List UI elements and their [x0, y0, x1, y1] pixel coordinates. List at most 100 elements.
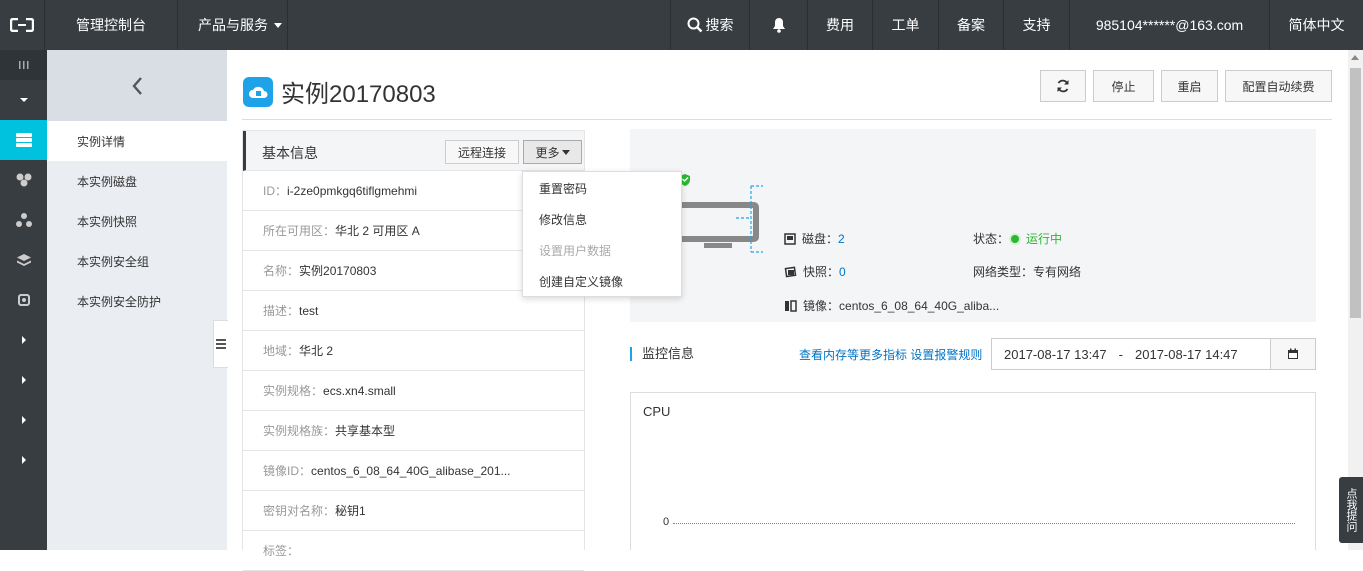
- more-dropdown-menu: 重置密码 修改信息 设置用户数据 创建自定义镜像: [522, 171, 682, 297]
- menu-item-reset-password[interactable]: 重置密码: [523, 173, 681, 204]
- more-metrics-link[interactable]: 查看内存等更多指标: [799, 348, 907, 362]
- search-button[interactable]: 搜索: [671, 0, 750, 50]
- network-icon: [15, 213, 32, 227]
- nav-cloud-services[interactable]: [0, 160, 47, 200]
- info-key: 地域：: [263, 344, 300, 358]
- nav-expand-2[interactable]: [0, 360, 47, 400]
- info-key: 标签：: [263, 544, 300, 558]
- products-menu[interactable]: 产品与服务: [178, 0, 288, 50]
- tickets-link[interactable]: 工单: [873, 0, 939, 50]
- status-label: 状态：: [973, 232, 1010, 246]
- left-icon-nav: [0, 50, 47, 550]
- main-content: 实例20170803 停止 重启 配置自动续费 基本信息 远程连接 更多 ID：…: [227, 50, 1348, 571]
- nav-expand-3[interactable]: [0, 400, 47, 440]
- topbar-spacer: [288, 0, 671, 50]
- info-value: ecs.xn4.small: [323, 383, 396, 398]
- info-key: 密钥对名称：: [263, 504, 336, 518]
- instance-subnav: 实例详情 本实例磁盘 本实例快照 本实例安全组 本实例安全防护: [47, 50, 227, 550]
- info-value: 秘钥1: [335, 504, 366, 518]
- info-row-spec: 实例规格： ecs.xn4.small: [243, 371, 584, 411]
- monitor-title: 监控信息: [630, 347, 694, 361]
- scroll-up-arrow[interactable]: [1351, 55, 1359, 60]
- start-time[interactable]: 2017-08-17 13:47: [992, 347, 1107, 362]
- instance-overview: 磁盘： 2 快照： 0 镜像： centos_6_08_64_40G_aliba…: [630, 129, 1316, 322]
- alarm-rules-link[interactable]: 设置报警规则: [910, 348, 982, 362]
- auto-renew-button[interactable]: 配置自动续费: [1225, 70, 1332, 102]
- subnav-item-security-protection[interactable]: 本实例安全防护: [47, 281, 227, 321]
- subnav-item-snapshots[interactable]: 本实例快照: [47, 201, 227, 241]
- cloud-nodes-icon: [16, 173, 31, 187]
- subnav-item-security-groups[interactable]: 本实例安全组: [47, 241, 227, 281]
- feedback-button[interactable]: 点我提问: [1339, 477, 1363, 543]
- cpu-series-line: [673, 523, 1295, 524]
- info-value: test: [299, 303, 319, 318]
- info-value: 华北 2: [299, 344, 334, 358]
- nav-ecs-instances[interactable]: [0, 120, 47, 160]
- monitor-links: 查看内存等更多指标 设置报警规则: [799, 346, 982, 363]
- info-row-tags: 标签：: [243, 531, 584, 571]
- caret-right-icon: [21, 376, 26, 384]
- range-separator: -: [1118, 346, 1123, 362]
- support-link[interactable]: 支持: [1004, 0, 1070, 50]
- subnav-item-details[interactable]: 实例详情: [47, 121, 227, 161]
- caret-down-icon: [19, 98, 28, 102]
- page-title: 实例20170803: [243, 74, 436, 109]
- back-button[interactable]: [47, 50, 227, 121]
- notification-button[interactable]: [750, 0, 808, 50]
- info-value: 实例20170803: [299, 264, 377, 278]
- date-range-picker[interactable]: 2017-08-17 13:47 - 2017-08-17 14:47: [991, 338, 1316, 370]
- info-value: 共享基本型: [335, 424, 396, 438]
- account-menu[interactable]: 985104******@163.com: [1070, 0, 1270, 50]
- nav-network[interactable]: [0, 200, 47, 240]
- menu-item-modify-info[interactable]: 修改信息: [523, 204, 681, 235]
- nav-expand-1[interactable]: [0, 320, 47, 360]
- disk-stat: 磁盘： 2: [784, 230, 845, 247]
- caret-right-icon: [21, 336, 26, 344]
- nav-settings[interactable]: [0, 280, 47, 320]
- nav-storage[interactable]: [0, 240, 47, 280]
- monitor-stand: [704, 243, 732, 248]
- caret-right-icon: [21, 416, 26, 424]
- menu-item-create-custom-image[interactable]: 创建自定义镜像: [523, 266, 681, 297]
- remote-connect-button[interactable]: 远程连接: [445, 140, 520, 164]
- chevron-down-icon: [274, 22, 282, 28]
- snapshot-stat: 快照： 0: [784, 263, 846, 280]
- products-label: 产品与服务: [198, 17, 268, 33]
- grid-lines-icon: [18, 61, 28, 69]
- more-button[interactable]: 更多: [523, 140, 582, 164]
- page-title-text: 实例20170803: [281, 81, 436, 108]
- info-row-description: 描述： test: [243, 291, 584, 331]
- network-label: 网络类型：: [973, 265, 1034, 279]
- end-time[interactable]: 2017-08-17 14:47: [1135, 347, 1238, 362]
- subnav-item-disks[interactable]: 本实例磁盘: [47, 161, 227, 201]
- list-collapse-icon: [216, 339, 226, 349]
- snapshot-icon: [784, 265, 797, 277]
- stop-button[interactable]: 停止: [1093, 70, 1154, 102]
- page-scrollbar[interactable]: [1348, 50, 1363, 550]
- fees-link[interactable]: 费用: [808, 0, 873, 50]
- network-stat: 网络类型： 专有网络: [973, 263, 1081, 280]
- filing-link[interactable]: 备案: [939, 0, 1004, 50]
- info-row-keypair: 密钥对名称： 秘钥1: [243, 491, 584, 531]
- refresh-button[interactable]: [1040, 70, 1086, 102]
- info-key: 实例规格族：: [263, 424, 336, 438]
- top-bar: 管理控制台 产品与服务 搜索 费用 工单 备案 支持 985104******@…: [0, 0, 1363, 50]
- snapshot-count-link[interactable]: 0: [839, 265, 846, 279]
- calendar-button[interactable]: [1270, 339, 1315, 369]
- nav-collapse-button[interactable]: [0, 80, 47, 120]
- aliyun-logo[interactable]: [0, 0, 45, 50]
- console-link[interactable]: 管理控制台: [45, 0, 178, 50]
- restart-button[interactable]: 重启: [1161, 70, 1218, 102]
- bell-icon: [772, 18, 785, 33]
- disk-count-link[interactable]: 2: [838, 232, 845, 246]
- nav-toggle[interactable]: [0, 50, 47, 80]
- subnav-collapse-toggle[interactable]: [213, 320, 228, 368]
- status-stat: 状态： 运行中: [973, 230, 1062, 247]
- nav-expand-4[interactable]: [0, 440, 47, 480]
- more-label: 更多: [535, 145, 560, 160]
- image-stat: 镜像： centos_6_08_64_40G_aliba...: [784, 297, 999, 314]
- language-menu[interactable]: 简体中文: [1270, 0, 1363, 50]
- layers-icon: [16, 254, 31, 266]
- network-value: 专有网络: [1033, 265, 1082, 279]
- scroll-thumb[interactable]: [1350, 68, 1361, 318]
